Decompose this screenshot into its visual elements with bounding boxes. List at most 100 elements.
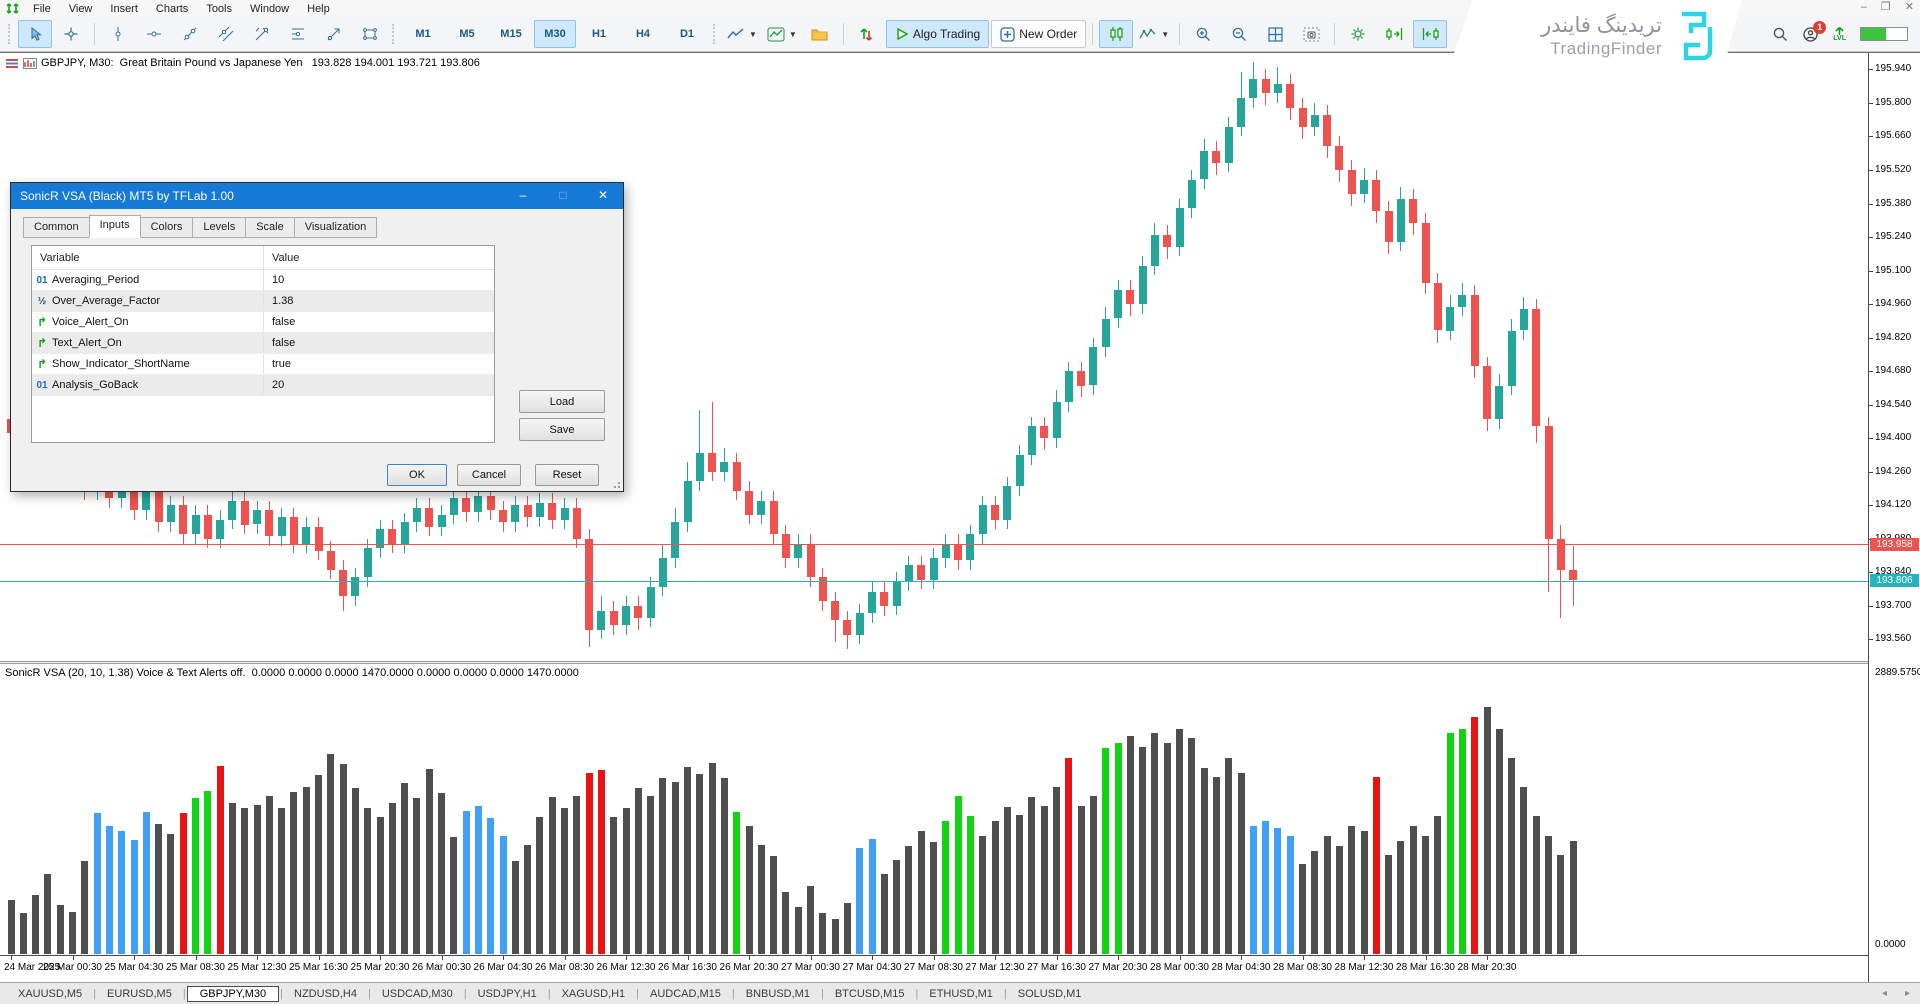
volume-bar[interactable] <box>573 796 580 954</box>
volume-bar[interactable] <box>1496 729 1503 954</box>
volume-bar[interactable] <box>8 900 15 954</box>
dialog-tab-visualization[interactable]: Visualization <box>294 217 378 238</box>
volume-bar[interactable] <box>1028 797 1035 954</box>
tabs-scroll-left-icon[interactable]: ◂ <box>1882 988 1887 999</box>
candle-body[interactable] <box>1520 309 1528 331</box>
volume-bar[interactable] <box>586 773 593 955</box>
candle-body[interactable] <box>142 491 150 510</box>
reset-button[interactable]: Reset <box>535 464 599 486</box>
volume-bar[interactable] <box>241 808 248 954</box>
volume-bar[interactable] <box>1041 806 1048 954</box>
candle-body[interactable] <box>807 544 815 578</box>
volume-bar[interactable] <box>1385 855 1392 954</box>
cancel-button[interactable]: Cancel <box>457 464 521 486</box>
volume-bar[interactable] <box>315 775 322 954</box>
volume-bar[interactable] <box>536 817 543 954</box>
arrow-line-tool-button[interactable] <box>317 20 351 48</box>
candle-body[interactable] <box>1151 235 1159 266</box>
volume-bar[interactable] <box>1410 826 1417 954</box>
algo-trading-button[interactable]: Algo Trading <box>886 20 989 48</box>
volume-bar[interactable] <box>1361 831 1368 954</box>
volume-bar[interactable] <box>352 788 359 954</box>
shift-end-button[interactable] <box>1377 20 1411 48</box>
auto-scroll-button[interactable] <box>1413 20 1447 48</box>
volume-bar[interactable] <box>1373 777 1380 954</box>
volume-bar[interactable] <box>770 856 777 954</box>
symbol-tab-solusd[interactable]: SOLUSD,M1 <box>1008 986 1092 1002</box>
timeframe-d1-button[interactable]: D1 <box>666 20 708 48</box>
volume-bar[interactable] <box>1016 815 1023 954</box>
dialog-tab-levels[interactable]: Levels <box>192 217 246 238</box>
volume-bar[interactable] <box>893 860 900 954</box>
tabs-scroll-right-icon[interactable]: ▸ <box>1905 988 1910 999</box>
price-line[interactable] <box>0 544 1868 545</box>
candle-body[interactable] <box>757 501 765 515</box>
candle-body[interactable] <box>1348 170 1356 194</box>
dialog-title-bar[interactable]: SonicR VSA (Black) MT5 by TFLab 1.00 – □… <box>11 183 623 209</box>
candle-body[interactable] <box>511 505 519 522</box>
candle-body[interactable] <box>1053 402 1061 438</box>
symbol-tab-bnbusd[interactable]: BNBUSD,M1 <box>736 986 820 1002</box>
volume-bar[interactable] <box>1570 841 1577 954</box>
volume-bar[interactable] <box>1324 836 1331 954</box>
volume-bar[interactable] <box>1250 826 1257 954</box>
volume-bar[interactable] <box>340 764 347 954</box>
volume-bar[interactable] <box>844 903 851 954</box>
volume-bar[interactable] <box>881 874 888 954</box>
volume-bar[interactable] <box>992 821 999 954</box>
candle-body[interactable] <box>548 503 556 520</box>
menu-view[interactable]: View <box>60 2 102 16</box>
volume-bar[interactable] <box>709 763 716 954</box>
equidistant-channel-tool-button[interactable] <box>209 20 243 48</box>
volume-bar[interactable] <box>733 812 740 955</box>
timeframe-m1-button[interactable]: M1 <box>402 20 444 48</box>
volume-bar[interactable] <box>1459 729 1466 954</box>
candle-body[interactable] <box>1409 199 1417 223</box>
candle-body[interactable] <box>794 544 802 558</box>
symbol-tab-nzdusd[interactable]: NZDUSD,H4 <box>284 986 367 1002</box>
parameter-row[interactable]: 01Averaging_Period10 <box>32 270 494 291</box>
symbol-tab-eurusd[interactable]: EURUSD,M5 <box>97 986 182 1002</box>
candle-body[interactable] <box>302 527 310 544</box>
chart-type-button[interactable]: ▼ <box>723 20 761 48</box>
candle-body[interactable] <box>1212 151 1220 163</box>
volume-bar[interactable] <box>94 813 101 955</box>
candle-body[interactable] <box>782 534 790 558</box>
volume-bar[interactable] <box>1348 826 1355 954</box>
volume-bar[interactable] <box>672 782 679 954</box>
volume-bar[interactable] <box>192 798 199 954</box>
vertical-line-tool-button[interactable] <box>101 20 135 48</box>
candle-body[interactable] <box>1114 290 1122 319</box>
volume-bar[interactable] <box>254 805 261 954</box>
volume-bar[interactable] <box>426 769 433 954</box>
volume-bar[interactable] <box>659 778 666 954</box>
date-axis[interactable]: 24 Mar 202525 Mar 00:3025 Mar 04:3025 Ma… <box>0 955 1868 983</box>
volume-bar[interactable] <box>44 874 51 954</box>
volume-bar[interactable] <box>1176 729 1183 954</box>
volume-bar[interactable] <box>57 905 64 954</box>
candle-body[interactable] <box>1422 223 1430 283</box>
candle-body[interactable] <box>1397 199 1405 242</box>
candle-body[interactable] <box>671 522 679 558</box>
candle-body[interactable] <box>1495 386 1503 420</box>
volume-bar[interactable] <box>1262 821 1269 954</box>
candle-body[interactable] <box>991 505 999 519</box>
volume-bar[interactable] <box>1065 758 1072 954</box>
volume-bar[interactable] <box>401 783 408 954</box>
candle-body[interactable] <box>364 548 372 577</box>
candle-body[interactable] <box>216 520 224 539</box>
volume-bar[interactable] <box>869 839 876 954</box>
volume-bar[interactable] <box>1078 806 1085 954</box>
window-minimize-icon[interactable]: – <box>1861 0 1867 15</box>
volume-bar[interactable] <box>475 806 482 954</box>
candlestick-chart-button[interactable] <box>1099 20 1133 48</box>
volume-bar[interactable] <box>561 808 568 954</box>
dialog-tab-inputs[interactable]: Inputs <box>89 215 141 238</box>
volume-bar[interactable] <box>1287 836 1294 954</box>
dialog-maximize-icon[interactable]: □ <box>543 183 583 209</box>
timeframe-m5-button[interactable]: M5 <box>446 20 488 48</box>
candle-body[interactable] <box>930 558 938 580</box>
candle-body[interactable] <box>733 462 741 491</box>
volume-bar[interactable] <box>832 919 839 954</box>
symbol-tab-gbpjpy[interactable]: GBPJPY,M30 <box>187 986 279 1002</box>
